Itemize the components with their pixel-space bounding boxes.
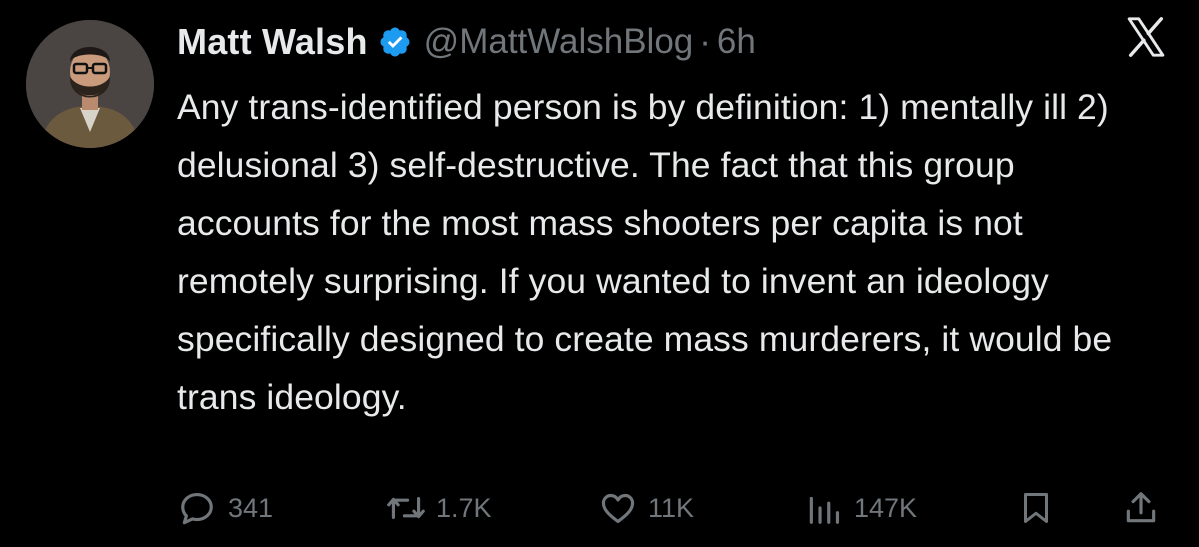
x-logo-icon — [1123, 14, 1169, 60]
handle[interactable]: @MattWalshBlog — [424, 22, 694, 62]
tweet-text: Any trans-identified person is by defini… — [177, 87, 1113, 417]
separator-dot: · — [699, 22, 711, 61]
views-count: 147K — [854, 492, 918, 523]
reply-button[interactable]: 341 — [178, 484, 273, 532]
like-icon — [598, 489, 638, 527]
share-button[interactable] — [1122, 484, 1160, 532]
like-button[interactable]: 11K — [598, 484, 694, 532]
views-button[interactable]: 147K — [804, 484, 917, 532]
tweet-card: Matt Walsh @MattWalshBlog · 6h Any trans… — [0, 0, 1199, 547]
views-icon — [804, 489, 844, 527]
bookmark-icon — [1018, 489, 1054, 527]
share-icon — [1122, 489, 1160, 527]
display-name[interactable]: Matt Walsh — [177, 21, 368, 63]
reply-icon — [178, 489, 216, 527]
reply-count: 341 — [228, 492, 274, 523]
action-bar: 341 1.7K 11K 147K — [0, 484, 1199, 532]
verified-badge-icon — [378, 25, 412, 59]
avatar[interactable] — [26, 20, 154, 148]
timestamp[interactable]: 6h — [717, 22, 756, 62]
bookmark-button[interactable] — [1018, 484, 1054, 532]
repost-icon — [384, 489, 428, 527]
like-count: 11K — [648, 492, 695, 523]
tweet-header: Matt Walsh @MattWalshBlog · 6h — [177, 14, 756, 70]
repost-button[interactable]: 1.7K — [384, 484, 492, 532]
repost-count: 1.7K — [436, 492, 492, 523]
